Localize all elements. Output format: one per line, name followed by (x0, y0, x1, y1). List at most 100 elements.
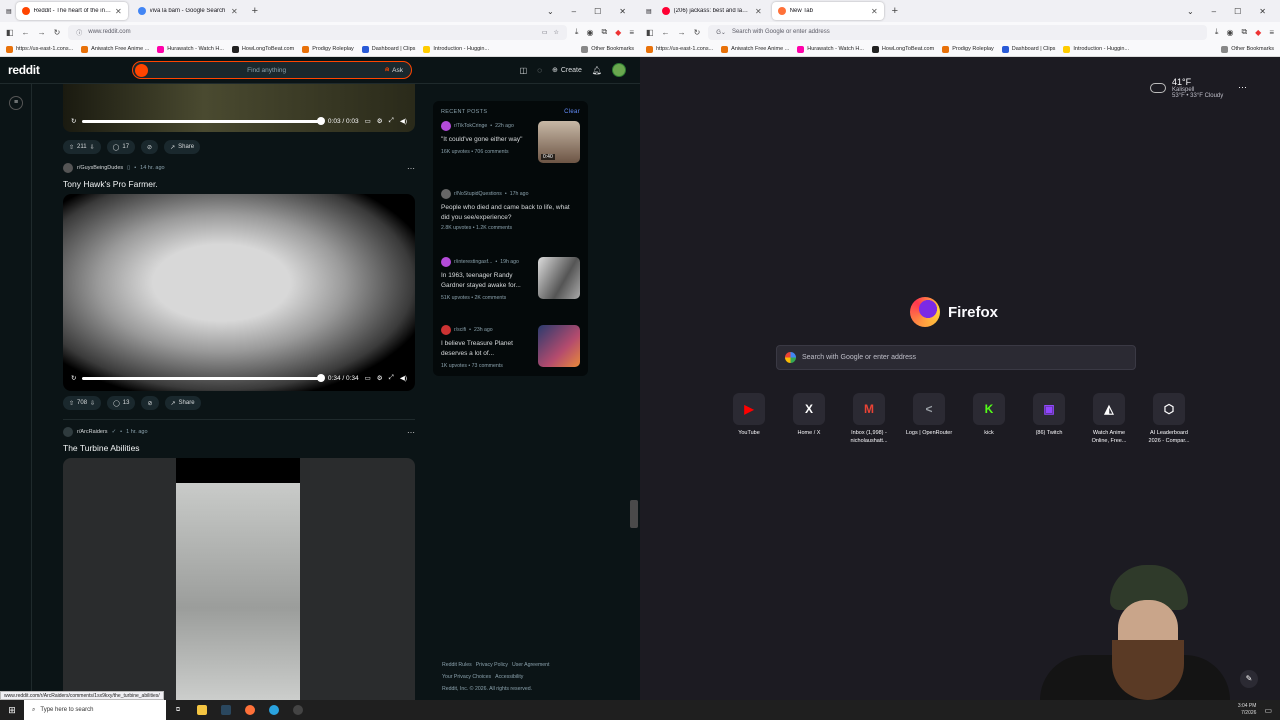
edit-pencil-icon[interactable]: ✎ (1240, 670, 1258, 688)
award-button[interactable]: ⊘ (141, 396, 159, 410)
tile-ai-leaderboard[interactable]: ⬡ AI Leaderboard 2026 - Compar... (1145, 393, 1193, 445)
footer-link[interactable]: Accessibility (495, 674, 523, 680)
steam-icon[interactable] (214, 700, 238, 720)
post3-title[interactable]: The Turbine Abilities (63, 443, 415, 453)
site-info-icon[interactable]: ⓘ (76, 28, 82, 37)
bookmark-item[interactable]: Aniwatch Free Anime ... (81, 45, 149, 53)
other-bookmarks[interactable]: Other Bookmarks (1221, 45, 1274, 53)
firefox-taskbar-icon[interactable] (238, 700, 262, 720)
back-icon[interactable]: ← (22, 28, 30, 37)
bookmark-item[interactable]: Dashboard | Clips (361, 45, 415, 53)
share-button[interactable]: ↗ Share (164, 140, 201, 154)
tab-overflow-icon[interactable]: ⌄ (1187, 7, 1194, 16)
address-bar[interactable]: ⓘ www.reddit.com ▭ ☆ (68, 24, 567, 40)
weather-menu-icon[interactable]: ⋯ (1238, 82, 1247, 93)
maximize-icon[interactable]: ☐ (1234, 7, 1241, 16)
forward-icon[interactable]: → (38, 28, 46, 37)
bookmark-item[interactable]: Aniwatch Free Anime ... (721, 45, 789, 53)
volume-icon[interactable]: ◀) (400, 117, 407, 125)
taskbar-search-input[interactable]: ⌕ Type here to search (24, 700, 166, 720)
recent-post[interactable]: r/interestingasf... • 19h ago In 1963, tee… (441, 257, 580, 319)
footer-link[interactable]: Privacy Policy (476, 662, 508, 668)
vote-pill[interactable]: ⇧ 708 ⇩ (63, 396, 102, 410)
address-bar[interactable]: G⌄ Search with Google or enter address (708, 24, 1207, 40)
tab-new-tab[interactable]: New Tab ✕ (771, 2, 884, 20)
subreddit-avatar[interactable] (63, 163, 73, 173)
bookmark-item[interactable]: Prodigy Roleplay (302, 45, 354, 53)
menu-icon[interactable]: ≡ (1269, 28, 1274, 37)
bookmark-item[interactable]: Introduction - Huggin... (423, 45, 489, 53)
google-icon[interactable]: G⌄ (716, 29, 726, 36)
obs-icon[interactable] (286, 700, 310, 720)
newtab-search-input[interactable]: Search with Google or enter address (776, 345, 1136, 370)
weather-widget[interactable]: 41°F Kalispell 53°F • 33°F Cloudy (1150, 77, 1223, 99)
post3-video[interactable] (63, 458, 415, 700)
post2-video[interactable]: ↻ 0:34 / 0:34 ▭ ⚙ ⤢ ◀) (63, 194, 415, 391)
ads-icon[interactable]: ◫ (520, 66, 528, 75)
captions-icon[interactable]: ▭ (365, 374, 371, 382)
reload-icon[interactable]: ↻ (694, 28, 701, 37)
tab-overflow-icon[interactable]: ⌄ (547, 7, 554, 16)
bookmark-item[interactable]: https://us-east-1.cons... (646, 45, 713, 53)
tile-kick[interactable]: Kkick (965, 393, 1013, 445)
fullscreen-icon[interactable]: ⤢ (389, 374, 394, 382)
subreddit-avatar[interactable] (63, 427, 73, 437)
footer-link[interactable]: Your Privacy Choices (442, 674, 491, 680)
extensions-icon[interactable]: ⧉ (1241, 27, 1247, 37)
settings-gear-icon[interactable]: ⚙ (377, 117, 383, 125)
forward-icon[interactable]: → (678, 28, 686, 37)
award-button[interactable]: ⊘ (141, 140, 159, 154)
sidebar-toggle-icon[interactable]: ◧ (646, 28, 654, 37)
recent-post[interactable]: r/TikTokCringe • 22h ago "It could've gone… (441, 121, 580, 183)
left-nav-menu-icon[interactable]: ≡ (9, 96, 23, 110)
tile-x[interactable]: X Home / X (785, 393, 833, 445)
extension-mask-icon[interactable]: ◆ (1255, 28, 1261, 37)
more-options-icon[interactable]: ⋯ (407, 164, 415, 173)
close-tab-icon[interactable]: ✕ (231, 7, 238, 16)
more-options-icon[interactable]: ⋯ (407, 428, 415, 437)
close-tab-icon[interactable]: ✕ (755, 7, 762, 16)
extension-mask-icon[interactable]: ◆ (615, 28, 621, 37)
minimize-icon[interactable]: – (572, 7, 576, 16)
bookmark-item[interactable]: Hurawatch - Watch H... (157, 45, 224, 53)
tab-list-icon[interactable]: ▤ (646, 8, 652, 15)
maximize-icon[interactable]: ☐ (594, 7, 601, 16)
tile-youtube[interactable]: ▶ YouTube (725, 393, 773, 445)
fullscreen-icon[interactable]: ⤢ (389, 117, 394, 125)
ask-button[interactable]: ⍝ Ask (385, 66, 403, 74)
telegram-icon[interactable] (262, 700, 286, 720)
windows-start-icon[interactable]: ⊞ (0, 705, 24, 716)
captions-icon[interactable]: ▭ (365, 117, 371, 125)
tile-gmail[interactable]: M Inbox (1,998) - nicholaushatt... (845, 393, 893, 445)
tile-anime[interactable]: ◭ Watch Anime Online, Free... (1085, 393, 1133, 445)
bookmark-item[interactable]: Dashboard | Clips (1001, 45, 1055, 53)
post2-subreddit[interactable]: r/GuysBeingDudes (77, 165, 123, 171)
account-icon[interactable]: ◉ (1226, 28, 1233, 37)
file-explorer-icon[interactable] (190, 700, 214, 720)
back-icon[interactable]: ← (662, 28, 670, 37)
post1-video[interactable]: ↻ 0:03 / 0:03 ▭ ⚙ ⤢ ◀) (63, 84, 415, 132)
reader-view-icon[interactable]: ▭ (542, 29, 548, 36)
bookmark-item[interactable]: https://us-east-1.cons... (6, 45, 73, 53)
recent-post[interactable]: r/scifi • 23h ago I believe Treasure Plane… (441, 325, 580, 387)
extensions-icon[interactable]: ⧉ (601, 27, 607, 37)
bookmark-item[interactable]: Hurawatch - Watch H... (797, 45, 864, 53)
chat-icon[interactable]: ◌ (537, 66, 542, 75)
close-tab-icon[interactable]: ✕ (871, 7, 878, 16)
bookmark-item[interactable]: HowLongToBeat.com (871, 45, 934, 53)
system-tray[interactable]: 3:04 PM 7/2026 ▭ (1238, 703, 1280, 717)
post1-progress[interactable] (82, 116, 325, 125)
tab-list-icon[interactable]: ▤ (6, 8, 12, 15)
create-button[interactable]: ⊕ Create (552, 66, 582, 75)
footer-link[interactable]: User Agreement (512, 662, 549, 668)
post3-subreddit[interactable]: r/ArcRaiders (77, 429, 108, 435)
account-icon[interactable]: ◉ (586, 28, 593, 37)
bookmark-star-icon[interactable]: ☆ (554, 29, 559, 36)
reload-icon[interactable]: ↻ (54, 28, 61, 37)
replay-icon[interactable]: ↻ (71, 117, 76, 125)
clear-button[interactable]: Clear (564, 109, 580, 115)
close-window-icon[interactable]: ✕ (1259, 7, 1266, 16)
bookmark-item[interactable]: HowLongToBeat.com (231, 45, 294, 53)
other-bookmarks[interactable]: Other Bookmarks (581, 45, 634, 53)
task-view-icon[interactable]: ⧉ (166, 700, 190, 720)
